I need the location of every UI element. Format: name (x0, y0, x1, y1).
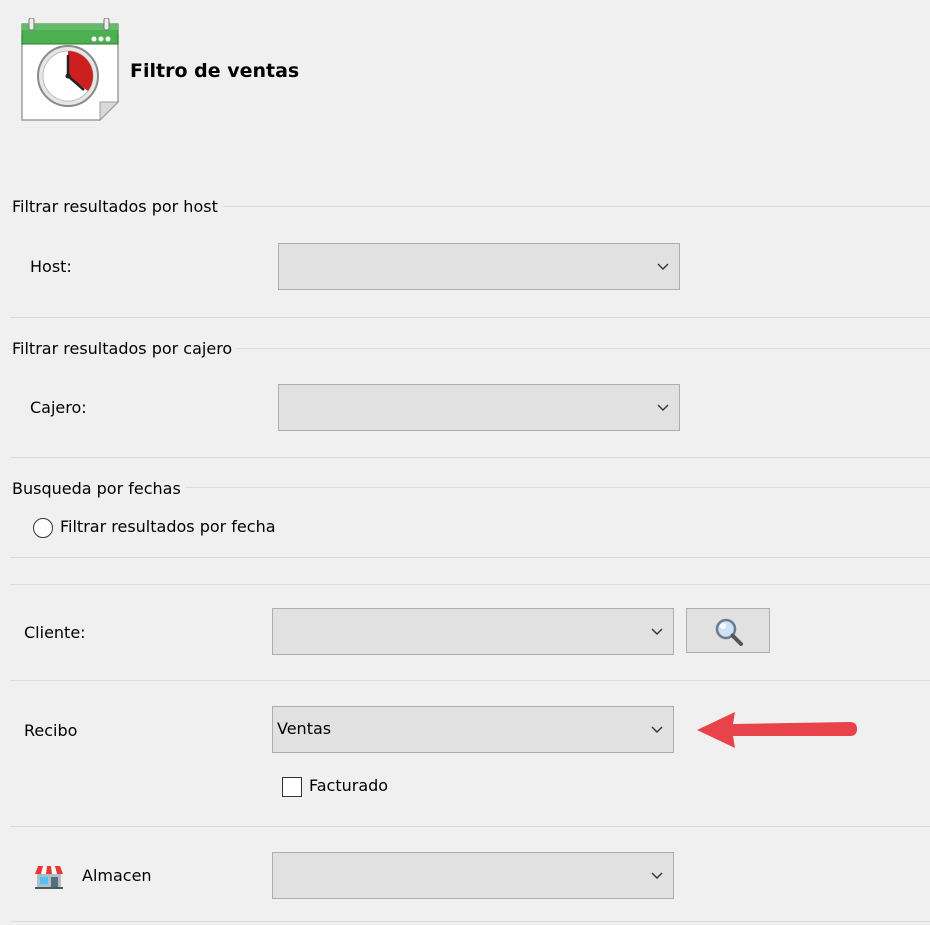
cajero-select[interactable] (278, 384, 680, 431)
section-divider (10, 680, 930, 681)
page-title: Filtro de ventas (130, 60, 300, 82)
section-divider (10, 457, 930, 458)
section-divider (10, 921, 930, 922)
chevron-down-icon (657, 263, 669, 270)
host-select[interactable] (278, 243, 680, 290)
annotation-arrow (697, 712, 857, 748)
cliente-label: Cliente: (24, 623, 86, 642)
section-divider (10, 317, 930, 318)
recibo-select[interactable]: Ventas (272, 706, 674, 753)
magnifier-icon (715, 618, 743, 646)
fecha-filter-radio[interactable] (33, 518, 53, 538)
chevron-down-icon (657, 404, 669, 411)
cliente-select[interactable] (272, 608, 674, 655)
recibo-label: Recibo (24, 721, 78, 740)
section-divider (10, 826, 930, 827)
section-divider (10, 557, 930, 558)
fecha-filter-label: Filtrar resultados por fecha (60, 517, 276, 536)
facturado-label: Facturado (309, 776, 389, 795)
recibo-select-value: Ventas (277, 719, 332, 738)
calendar-clock-icon (21, 18, 120, 122)
store-icon (35, 866, 63, 889)
chevron-down-icon (651, 726, 663, 733)
almacen-label: Almacen (82, 866, 152, 885)
fecha-group-legend: Busqueda por fechas (12, 479, 185, 498)
cliente-search-button[interactable] (686, 608, 770, 653)
host-group-legend: Filtrar resultados por host (12, 197, 222, 216)
chevron-down-icon (651, 872, 663, 879)
facturado-checkbox[interactable] (282, 777, 302, 797)
almacen-select[interactable] (272, 852, 674, 899)
section-divider (10, 584, 930, 585)
chevron-down-icon (651, 628, 663, 635)
host-label: Host: (30, 257, 72, 276)
cajero-group-legend: Filtrar resultados por cajero (12, 339, 237, 358)
cajero-label: Cajero: (30, 398, 87, 417)
